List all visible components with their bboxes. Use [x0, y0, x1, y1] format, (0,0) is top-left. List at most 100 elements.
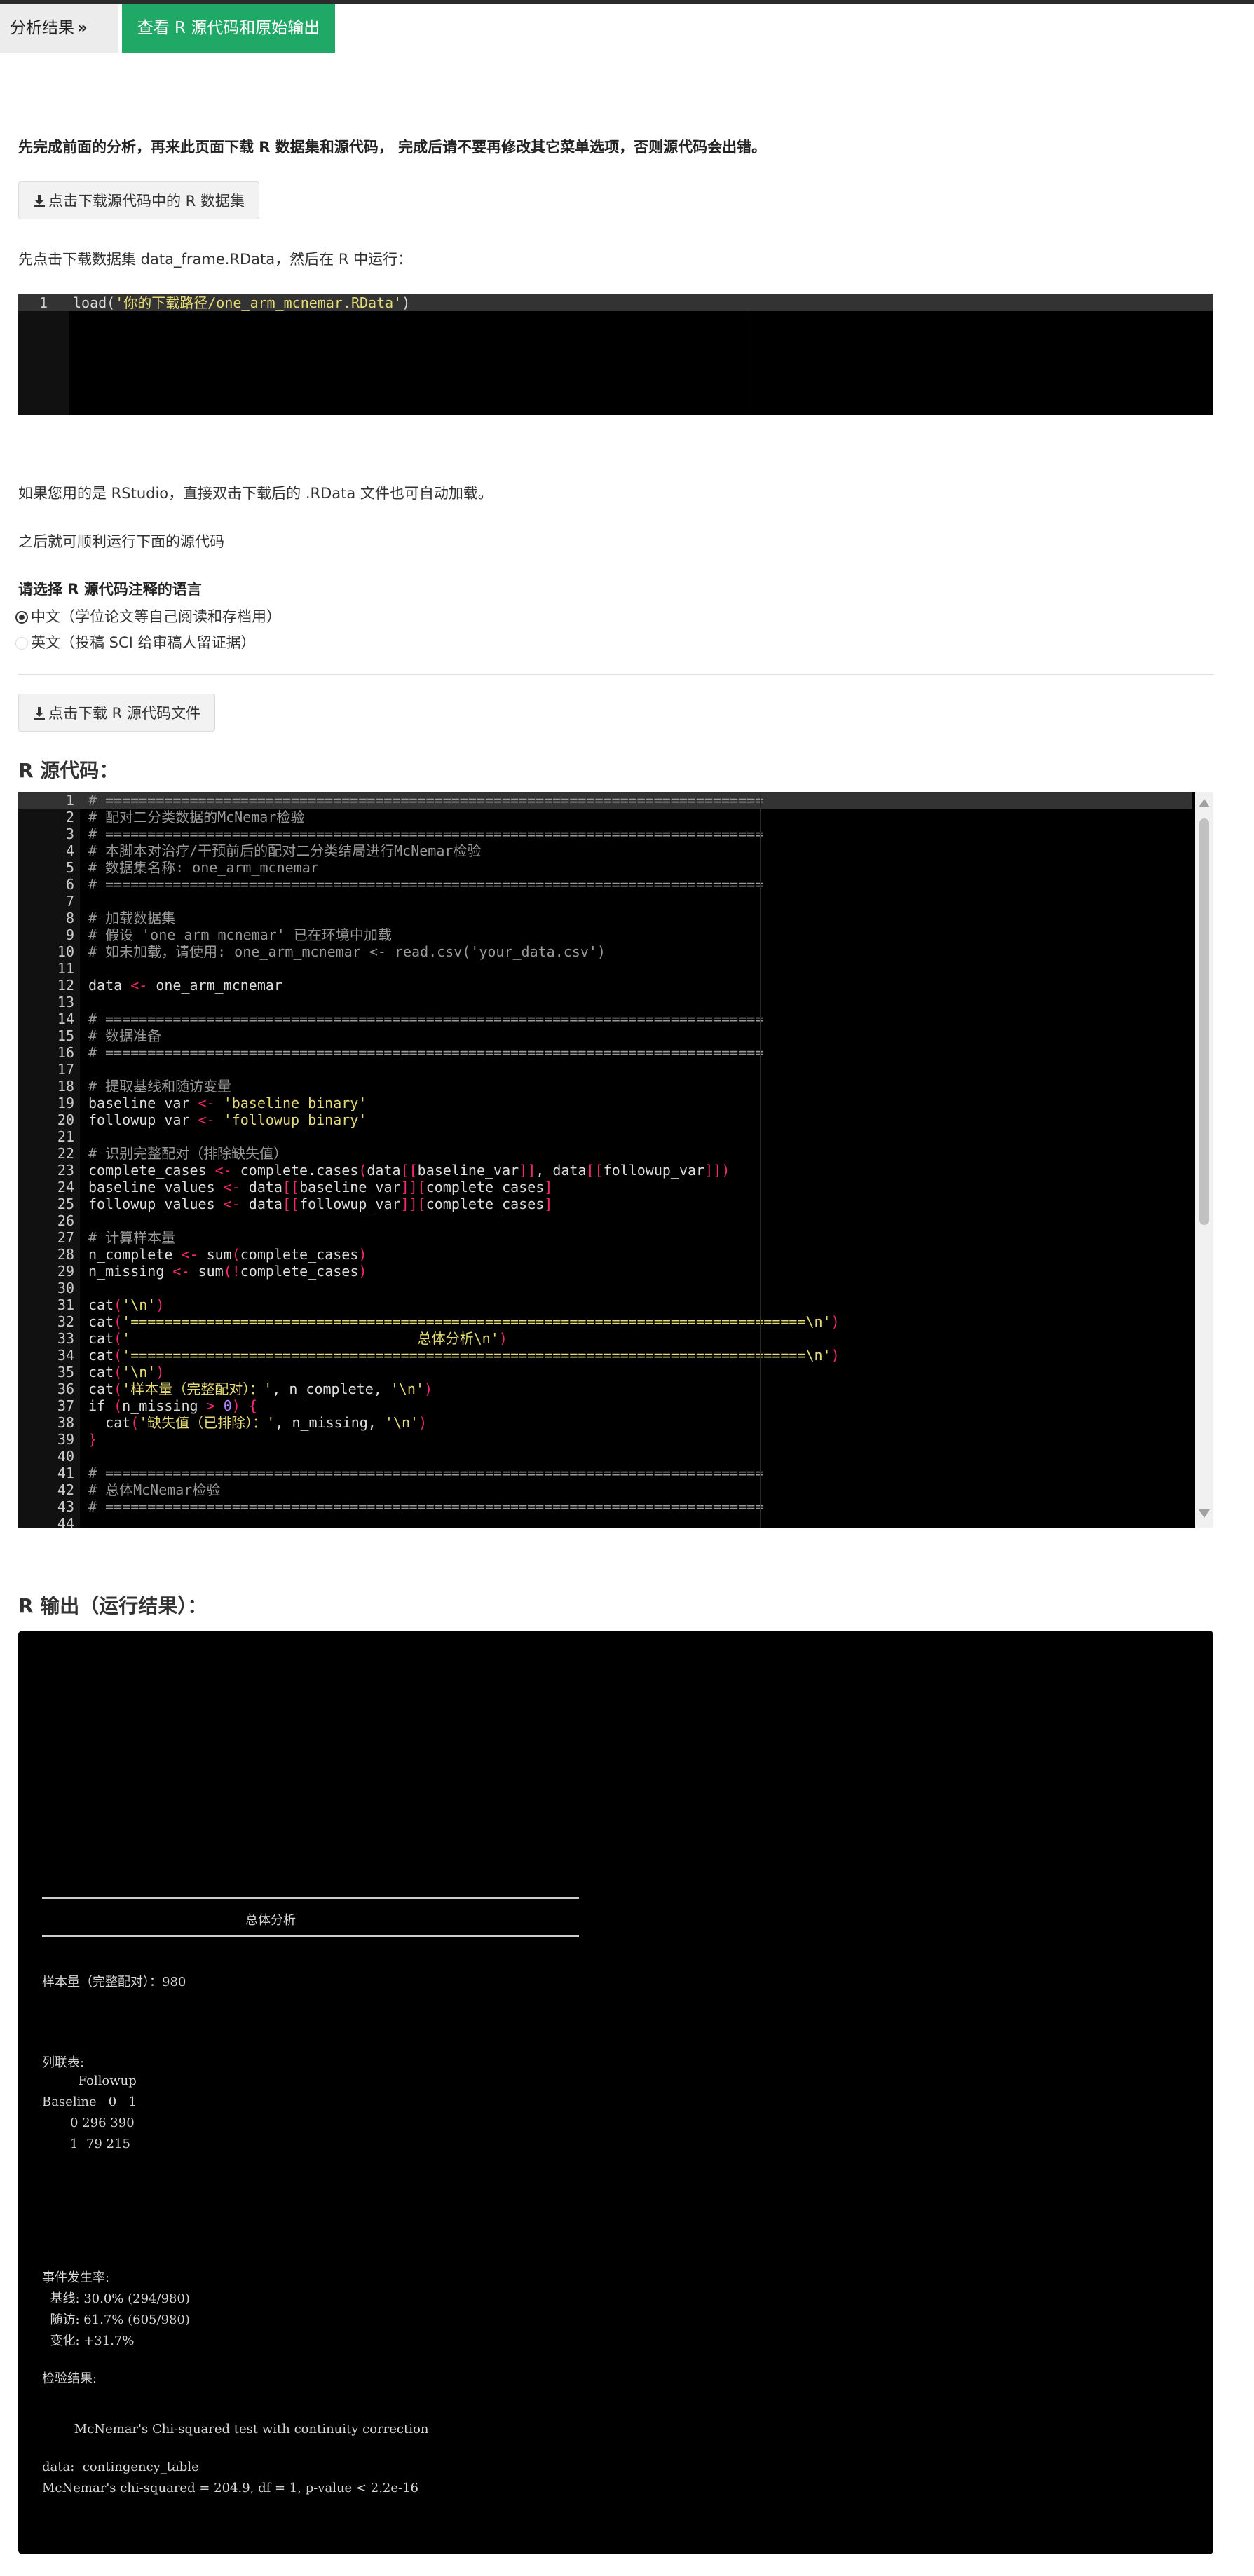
- code-line: n_missing <- sum(!complete_cases): [88, 1263, 367, 1280]
- editor-gutter: [18, 294, 69, 415]
- source-lines: # ======================================…: [88, 792, 840, 1528]
- language-option-english[interactable]: 英文（投稿 SCI 给审稿人留证据）: [15, 631, 256, 652]
- line-number: 36: [57, 1381, 74, 1397]
- output-heading: R 输出（运行结果）：: [18, 1594, 207, 1617]
- radio-selected-icon: [15, 611, 28, 624]
- line-number: 25: [57, 1195, 74, 1212]
- line-number: 15: [57, 1027, 74, 1044]
- line-number: 18: [57, 1078, 74, 1095]
- download-source-button[interactable]: 点击下载 R 源代码文件: [18, 694, 215, 732]
- output-table-line: 0 296 390: [42, 2116, 135, 2130]
- language-option-label: 英文（投稿 SCI 给审稿人留证据）: [31, 634, 256, 651]
- line-number: 41: [57, 1465, 74, 1481]
- line-number: 34: [57, 1347, 74, 1364]
- source-heading: R 源代码：: [18, 759, 119, 782]
- line-number: 24: [57, 1179, 74, 1195]
- line-number: 38: [57, 1414, 74, 1431]
- line-number: 10: [57, 943, 74, 960]
- line-number: 3: [65, 825, 74, 842]
- line-number: 14: [57, 1010, 74, 1027]
- line-number: 42: [57, 1481, 74, 1498]
- code-line: n_complete <- sum(complete_cases): [88, 1246, 367, 1263]
- code-line: # 提取基线和随访变量: [88, 1078, 232, 1095]
- line-number: 23: [57, 1162, 74, 1179]
- line-number: 37: [57, 1397, 74, 1414]
- output-table-line: 1 79 215: [42, 2137, 130, 2151]
- code-line: complete_cases <- complete.cases(data[[b…: [88, 1162, 730, 1179]
- r-output-panel: 总体分析 样本量（完整配对）：980 列联表: Followup Baselin…: [18, 1631, 1213, 2554]
- line-number: 7: [65, 893, 74, 910]
- line-numbers: 1 2 3 4 5 6 7 8 9 10 11 12 13 14 15 16 17 18 19 20 21 22 23 24 2…: [18, 792, 80, 1528]
- line-number: 28: [57, 1246, 74, 1263]
- tab-analysis-label: 分析结果: [10, 19, 74, 37]
- line-number: 32: [57, 1313, 74, 1330]
- code-line: # 识别完整配对（排除缺失值）: [88, 1145, 288, 1162]
- scrollbar-thumb[interactable]: [1199, 818, 1209, 1225]
- download-dataset-button[interactable]: 点击下载源代码中的 R 数据集: [18, 181, 259, 219]
- rule-top: [42, 1897, 579, 1899]
- output-table-line: Baseline 0 1: [42, 2095, 137, 2109]
- code-string: '你的下载路径/one_arm_mcnemar.RData': [115, 294, 402, 311]
- print-margin: [760, 792, 761, 1528]
- tab-analysis-results[interactable]: 分析结果»: [0, 4, 118, 53]
- rstudio-note: 如果您用的是 RStudio，直接双击下载后的 .RData 文件也可自动加载。: [18, 485, 493, 502]
- download-icon: [34, 195, 45, 207]
- line-number: 35: [57, 1364, 74, 1381]
- output-table-line: Followup: [42, 2074, 137, 2088]
- code-line: if (n_missing > 0) {: [88, 1397, 257, 1414]
- code-line: baseline_values <- data[[baseline_var]][…: [88, 1179, 553, 1195]
- line-number: 33: [57, 1330, 74, 1347]
- output-rate-line: 变化: +31.7%: [42, 2334, 135, 2348]
- line-number: 43: [57, 1498, 74, 1515]
- run-note: 之后就可顺利运行下面的源代码: [18, 533, 224, 550]
- line-number: 27: [57, 1229, 74, 1246]
- line-number: 13: [57, 994, 74, 1010]
- code-line: # ======================================…: [88, 1044, 764, 1061]
- code-line: # ======================================…: [88, 825, 764, 842]
- double-chevron-right-icon: »: [77, 19, 88, 37]
- code-line: cat('\n'): [88, 1364, 165, 1381]
- load-instruction: 先点击下载数据集 data_frame.RData，然后在 R 中运行：: [18, 251, 413, 268]
- download-source-label: 点击下载 R 源代码文件: [48, 705, 200, 722]
- code-line: cat('===================================…: [88, 1313, 840, 1330]
- tab-bar: 分析结果» 查看 R 源代码和原始输出: [0, 4, 1254, 53]
- line-number: 20: [57, 1111, 74, 1128]
- load-code-line: load('你的下载路径/one_arm_mcnemar.RData'): [73, 294, 410, 311]
- output-rate-line: 随访: 61.7% (605/980): [42, 2313, 190, 2327]
- output-data-line: data: contingency_table: [42, 2460, 199, 2474]
- line-number: 2: [65, 809, 74, 825]
- tab-source-code[interactable]: 查看 R 源代码和原始输出: [122, 4, 335, 53]
- download-icon: [34, 707, 45, 720]
- line-number: 29: [57, 1263, 74, 1280]
- code-line: cat(' 总体分析\n'): [88, 1330, 507, 1347]
- language-option-chinese[interactable]: 中文（学位论文等自己阅读和存档用）: [15, 605, 281, 626]
- code-line: # 配对二分类数据的McNemar检验: [88, 809, 305, 825]
- code-line: # ======================================…: [88, 1010, 764, 1027]
- scroll-down-icon[interactable]: [1199, 1509, 1210, 1518]
- code-line: # 计算样本量: [88, 1229, 176, 1246]
- output-rate-line: 基线: 30.0% (294/980): [42, 2291, 190, 2306]
- code-line: # 如未加载，请使用: one_arm_mcnemar <- read.csv(…: [88, 943, 606, 960]
- line-number: 21: [57, 1128, 74, 1145]
- intro-text: 先完成前面的分析，再来此页面下载 R 数据集和源代码， 完成后请不要再修改其它菜…: [18, 139, 767, 156]
- output-section-title: 总体分析: [245, 1913, 296, 1928]
- code-line: baseline_var <- 'baseline_binary': [88, 1095, 367, 1111]
- code-line: # 假设 'one_arm_mcnemar' 已在环境中加载: [88, 926, 392, 943]
- line-number: 22: [57, 1145, 74, 1162]
- line-number: 6: [65, 876, 74, 893]
- load-code-editor[interactable]: 1 load('你的下载路径/one_arm_mcnemar.RData'): [18, 294, 1213, 415]
- line-number: 30: [57, 1280, 74, 1296]
- source-code-editor[interactable]: 1 2 3 4 5 6 7 8 9 10 11 12 13 14 15 16 17 18 19 20 21 22 23 24 2…: [18, 792, 1213, 1528]
- line-number: 1: [65, 792, 74, 809]
- radio-unselected-icon: [15, 637, 28, 650]
- output-test-title: McNemar's Chi-squared test with continui…: [42, 2422, 429, 2437]
- scroll-up-icon[interactable]: [1199, 799, 1210, 807]
- line-number: 19: [57, 1095, 74, 1111]
- code-line: # ======================================…: [88, 1465, 764, 1481]
